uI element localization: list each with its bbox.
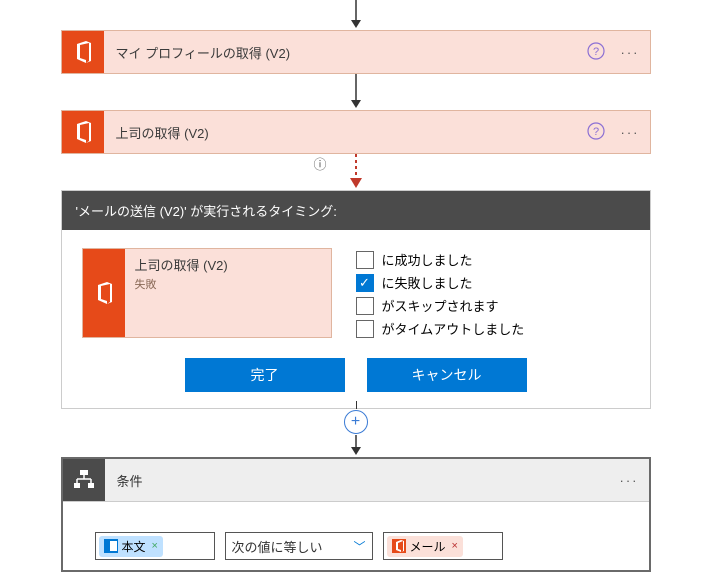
arrow-connector: [0, 0, 711, 30]
action-card-get-my-profile[interactable]: マイ プロフィールの取得 (V2) ? ···: [61, 30, 651, 74]
check-icon: ✓: [359, 275, 370, 291]
checkbox[interactable]: [356, 297, 374, 315]
run-after-heading: 'メールの送信 (V2)' が実行されるタイミング:: [62, 191, 650, 230]
more-menu[interactable]: ···: [611, 125, 650, 140]
help-icon[interactable]: ?: [581, 122, 611, 143]
condition-title: 条件: [105, 471, 610, 490]
checkbox[interactable]: [356, 320, 374, 338]
option-label: に成功しました: [382, 250, 473, 269]
remove-token-icon[interactable]: ×: [150, 540, 158, 552]
token-label: 本文: [122, 538, 146, 555]
option-succeeded[interactable]: に成功しました: [356, 250, 525, 269]
operator-label: 次の値に等しい: [232, 537, 323, 556]
outlook-icon: [104, 539, 118, 553]
more-menu[interactable]: ···: [611, 45, 650, 60]
arrow-connector: [0, 74, 711, 110]
condition-operator-select[interactable]: 次の値に等しい ﹀: [225, 532, 373, 560]
token-pill-mail[interactable]: メール ×: [387, 536, 463, 557]
source-status: 失敗: [135, 276, 228, 292]
done-button[interactable]: 完了: [185, 358, 345, 392]
action-title: マイ プロフィールの取得 (V2): [104, 43, 581, 62]
option-skipped[interactable]: がスキップされます: [356, 296, 525, 315]
office365-icon: [392, 539, 406, 553]
token-pill-body[interactable]: 本文 ×: [99, 536, 163, 557]
run-after-options: に成功しました ✓ に失敗しました がスキップされます がタイムアウトしました: [356, 248, 525, 338]
svg-text:?: ?: [592, 46, 598, 58]
add-step-button[interactable]: +: [344, 410, 368, 434]
chevron-down-icon: ﹀: [353, 538, 365, 555]
office365-icon: [62, 31, 104, 73]
info-icon[interactable]: ⓘ: [314, 154, 327, 173]
error-arrow-connector: ⓘ: [0, 154, 711, 190]
run-after-panel: 'メールの送信 (V2)' が実行されるタイミング: 上司の取得 (V2) 失敗…: [61, 190, 651, 409]
condition-card[interactable]: 条件 ··· 本文 × 次の値に等しい ﹀ メール ×: [61, 457, 651, 572]
remove-token-icon[interactable]: ×: [450, 540, 458, 552]
condition-icon: [63, 459, 105, 501]
svg-text:?: ?: [592, 126, 598, 138]
run-after-source-card[interactable]: 上司の取得 (V2) 失敗: [82, 248, 332, 338]
office365-icon: [83, 249, 125, 337]
condition-left-operand[interactable]: 本文 ×: [95, 532, 215, 560]
action-title: 上司の取得 (V2): [104, 123, 581, 142]
option-failed[interactable]: ✓ に失敗しました: [356, 273, 525, 292]
option-label: がタイムアウトしました: [382, 319, 525, 338]
token-label: メール: [410, 538, 446, 555]
action-card-get-manager[interactable]: 上司の取得 (V2) ? ···: [61, 110, 651, 154]
checkbox[interactable]: [356, 251, 374, 269]
checkbox-checked[interactable]: ✓: [356, 274, 374, 292]
option-label: がスキップされます: [382, 296, 499, 315]
condition-right-operand[interactable]: メール ×: [383, 532, 503, 560]
office365-icon: [62, 111, 104, 153]
plus-icon: +: [351, 414, 360, 430]
help-icon[interactable]: ?: [581, 42, 611, 63]
add-step-zone: +: [0, 409, 711, 435]
option-label: に失敗しました: [382, 273, 473, 292]
cancel-button[interactable]: キャンセル: [367, 358, 527, 392]
more-menu[interactable]: ···: [610, 473, 649, 488]
arrow-connector: [0, 435, 711, 457]
source-title: 上司の取得 (V2): [135, 255, 228, 274]
option-timedout[interactable]: がタイムアウトしました: [356, 319, 525, 338]
